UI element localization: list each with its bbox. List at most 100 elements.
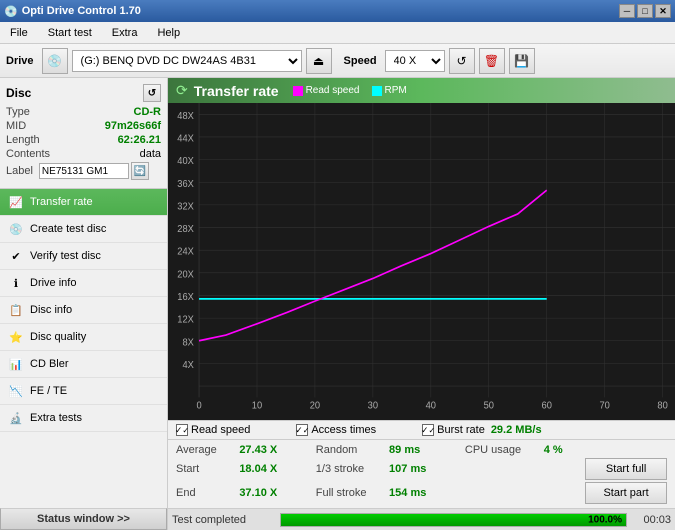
status-text: Test completed	[172, 514, 272, 526]
random-label: Random	[316, 444, 381, 456]
sidebar-item-label: Create test disc	[30, 223, 106, 235]
random-value: 89 ms	[389, 444, 441, 456]
sidebar-item-verify-test-disc[interactable]: ✔ Verify test disc	[0, 243, 167, 270]
contents-label: Contents	[6, 148, 50, 160]
minimize-button[interactable]: ─	[619, 4, 635, 18]
disc-quality-icon: ⭐	[8, 329, 24, 345]
mid-label: MID	[6, 120, 26, 132]
disc-label-row: Label 🔄	[6, 162, 161, 180]
transfer-rate-icon: 📈	[8, 194, 24, 210]
svg-text:4X: 4X	[182, 360, 194, 371]
burst-rate-checkbox[interactable]: ✓	[422, 424, 434, 436]
sidebar-item-cd-bler[interactable]: 📊 CD Bler	[0, 351, 167, 378]
start-label: Start	[176, 463, 231, 475]
average-label: Average	[176, 444, 231, 456]
sidebar-item-create-test-disc[interactable]: 💿 Create test disc	[0, 216, 167, 243]
sidebar-item-label: CD Bler	[30, 358, 69, 370]
create-test-disc-icon: 💿	[8, 221, 24, 237]
sidebar-item-disc-quality[interactable]: ⭐ Disc quality	[0, 324, 167, 351]
svg-text:48X: 48X	[177, 110, 194, 121]
start-part-button[interactable]: Start part	[585, 482, 667, 504]
menu-start-test[interactable]: Start test	[42, 25, 98, 41]
drive-icon: 💿	[42, 48, 68, 74]
sidebar-menu: 📈 Transfer rate 💿 Create test disc ✔ Ver…	[0, 189, 167, 508]
menu-file[interactable]: File	[4, 25, 34, 41]
legend-rpm: RPM	[372, 85, 407, 96]
start-full-button[interactable]: Start full	[585, 458, 667, 480]
sidebar-item-drive-info[interactable]: ℹ Drive info	[0, 270, 167, 297]
full-stroke-label: Full stroke	[316, 487, 381, 499]
svg-text:32X: 32X	[177, 201, 194, 212]
length-value: 62:26.21	[118, 134, 161, 146]
stats-bar: ✓ Read speed ✓ Access times ✓ Burst rate…	[168, 420, 675, 439]
data-stats: Average 27.43 X Random 89 ms CPU usage 4…	[168, 439, 675, 508]
disc-mid-row: MID 97m26s66f	[6, 120, 161, 132]
svg-text:24X: 24X	[177, 246, 194, 257]
drive-select[interactable]: (G:) BENQ DVD DC DW24AS 4B31	[72, 50, 302, 72]
close-button[interactable]: ✕	[655, 4, 671, 18]
sidebar-item-fe-te[interactable]: 📉 FE / TE	[0, 378, 167, 405]
average-value: 27.43 X	[239, 444, 291, 456]
status-window-button[interactable]: Status window >>	[0, 508, 167, 530]
app-icon: 💿	[4, 5, 18, 18]
sidebar-item-label: Extra tests	[30, 412, 82, 424]
label-input[interactable]	[39, 163, 129, 179]
speed-select[interactable]: 40 X	[385, 50, 445, 72]
burst-rate-value: 29.2 MB/s	[491, 424, 542, 436]
stroke-1-3-value: 107 ms	[389, 463, 441, 475]
sidebar: Disc ↺ Type CD-R MID 97m26s66f Length 62…	[0, 78, 168, 530]
menu-help[interactable]: Help	[151, 25, 186, 41]
cpu-label: CPU usage	[465, 444, 536, 456]
disc-info-icon: 📋	[8, 302, 24, 318]
contents-value: data	[140, 148, 161, 160]
read-speed-check-label: Read speed	[191, 424, 250, 436]
label-icon-button[interactable]: 🔄	[131, 162, 149, 180]
restore-button[interactable]: □	[637, 4, 653, 18]
svg-text:8X: 8X	[182, 337, 194, 348]
cd-bler-icon: 📊	[8, 356, 24, 372]
end-value: 37.10 X	[239, 487, 291, 499]
access-times-check: ✓ Access times	[296, 424, 376, 436]
refresh-button[interactable]: ↺	[449, 48, 475, 74]
legend-rpm-label: RPM	[385, 85, 407, 96]
legend-read-speed: Read speed	[293, 85, 360, 96]
progress-fill	[281, 514, 626, 526]
access-times-checkbox[interactable]: ✓	[296, 424, 308, 436]
chart-legend: Read speed RPM	[293, 85, 407, 96]
length-label: Length	[6, 134, 40, 146]
svg-text:80: 80	[657, 400, 668, 411]
titlebar-controls: ─ □ ✕	[619, 4, 671, 18]
read-speed-check: ✓ Read speed	[176, 424, 250, 436]
save-button[interactable]: 💾	[509, 48, 535, 74]
drive-info-icon: ℹ	[8, 275, 24, 291]
svg-text:16X: 16X	[177, 292, 194, 303]
chart-container: 48X 44X 40X 36X 32X 28X 24X 20X 16X 12X …	[168, 103, 675, 420]
progress-bar: 100.0%	[280, 513, 627, 527]
svg-text:28X: 28X	[177, 224, 194, 235]
disc-refresh-button[interactable]: ↺	[143, 84, 161, 102]
titlebar-left: 💿 Opti Drive Control 1.70	[4, 5, 141, 18]
svg-text:20: 20	[310, 400, 321, 411]
start-value: 18.04 X	[239, 463, 291, 475]
mid-value: 97m26s66f	[105, 120, 161, 132]
menu-extra[interactable]: Extra	[106, 25, 144, 41]
eraser-button[interactable]: 🗑	[479, 48, 505, 74]
right-panel: ⟳ Transfer rate Read speed RPM	[168, 78, 675, 530]
sidebar-item-label: Disc quality	[30, 331, 86, 343]
burst-rate-check-label: Burst rate	[437, 424, 485, 436]
chart-svg: 48X 44X 40X 36X 32X 28X 24X 20X 16X 12X …	[168, 103, 675, 420]
sidebar-item-extra-tests[interactable]: 🔬 Extra tests	[0, 405, 167, 432]
main-content: Disc ↺ Type CD-R MID 97m26s66f Length 62…	[0, 78, 675, 530]
svg-text:40: 40	[426, 400, 437, 411]
eject-button[interactable]: ⏏	[306, 48, 332, 74]
sidebar-item-disc-info[interactable]: 📋 Disc info	[0, 297, 167, 324]
menubar: File Start test Extra Help	[0, 22, 675, 44]
sidebar-item-label: Disc info	[30, 304, 72, 316]
svg-text:60: 60	[542, 400, 553, 411]
svg-text:44X: 44X	[177, 133, 194, 144]
app-title: Opti Drive Control 1.70	[22, 5, 141, 17]
fe-te-icon: 📉	[8, 383, 24, 399]
sidebar-item-transfer-rate[interactable]: 📈 Transfer rate	[0, 189, 167, 216]
extra-tests-icon: 🔬	[8, 410, 24, 426]
read-speed-checkbox[interactable]: ✓	[176, 424, 188, 436]
